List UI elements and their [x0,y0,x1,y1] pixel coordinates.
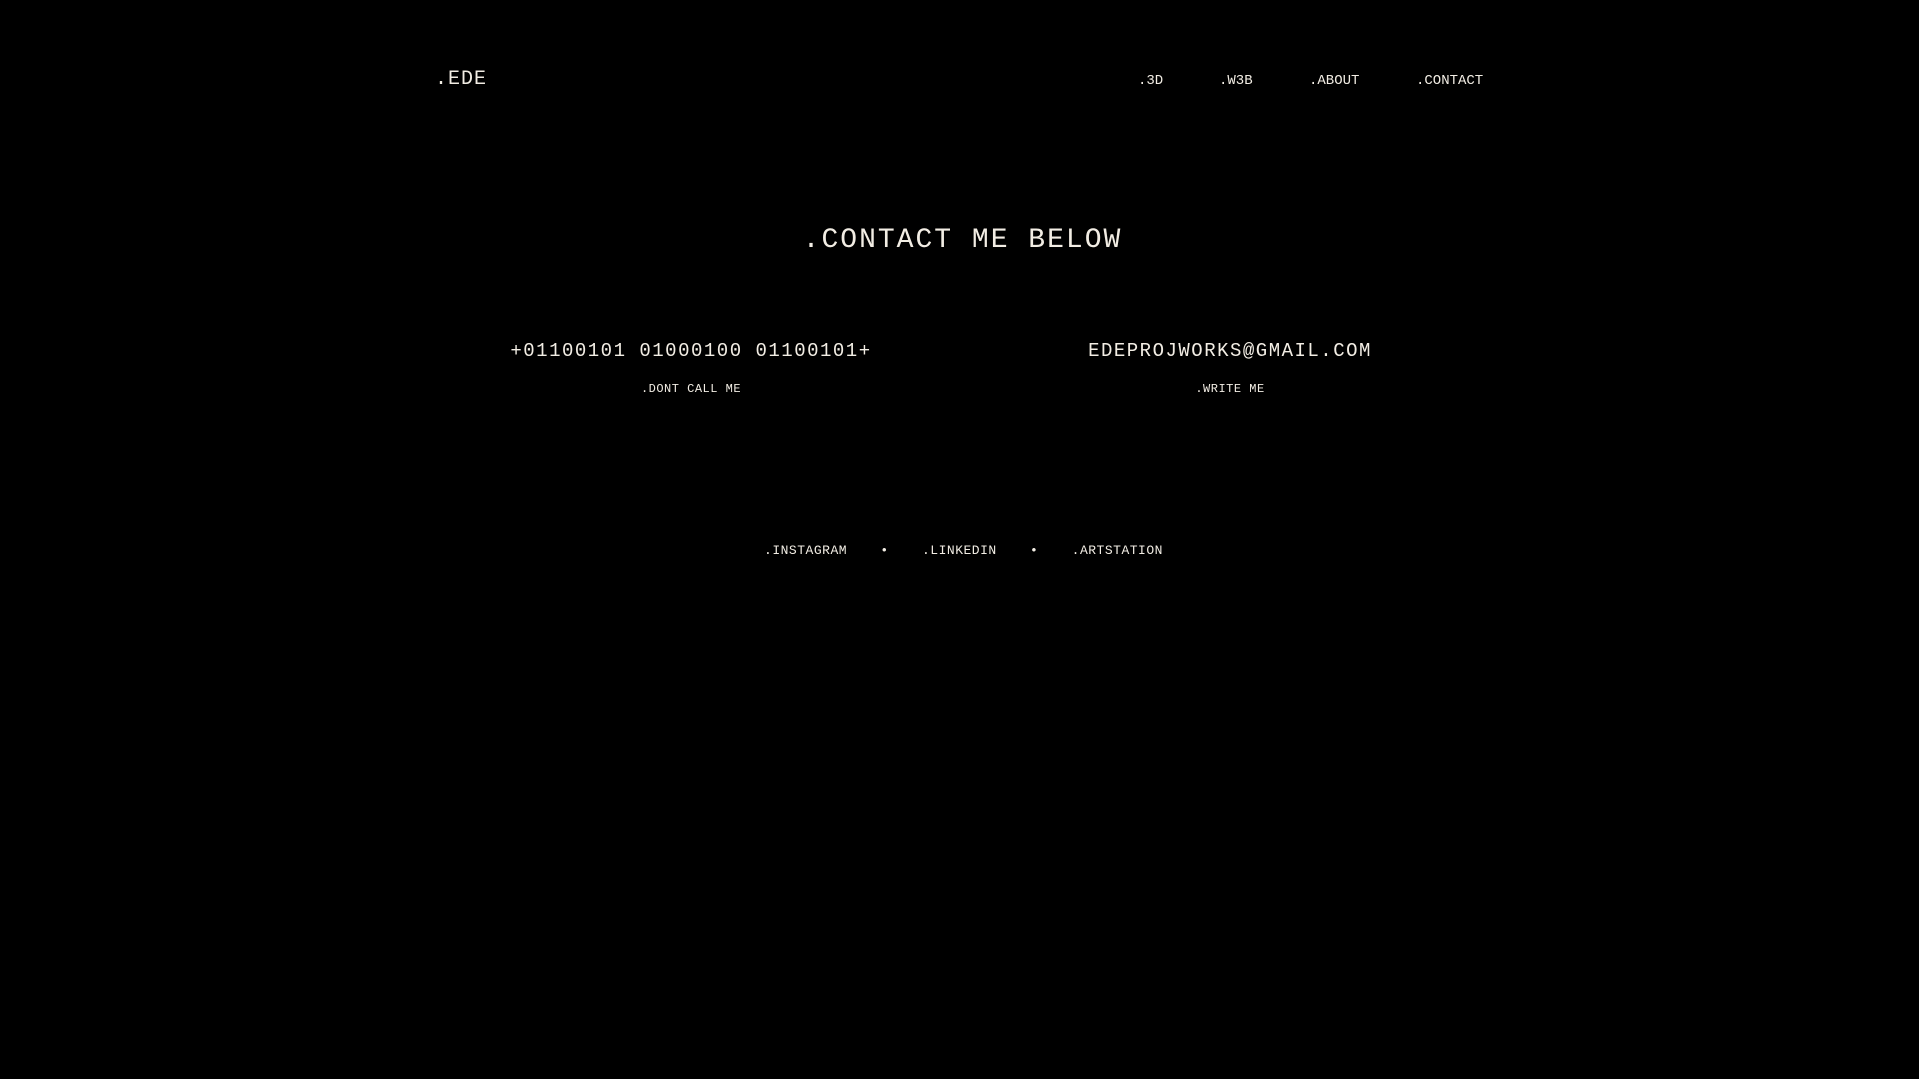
separator-dot: • [880,543,889,558]
nav-link-w3b[interactable]: .W3B [1219,72,1253,90]
phone-block: +01100101 01000100 01100101+ .DONT CALL … [441,339,941,396]
site-logo[interactable]: .EDE [435,68,487,92]
separator-dot: • [1030,543,1039,558]
linkedin-link[interactable]: .LINKEDIN [922,543,997,558]
email-link[interactable]: EDEPROJWORKS@GMAIL.COM [980,339,1480,363]
nav-link-contact[interactable]: .CONTACT [1416,72,1483,90]
social-links: .INSTAGRAM • .LINKEDIN • .ARTSTATION [0,543,1919,559]
instagram-link[interactable]: .INSTAGRAM [764,543,847,558]
phone-caption: .DONT CALL ME [640,382,742,396]
nav-link-3d[interactable]: .3D [1138,72,1163,90]
phone-number: +01100101 01000100 01100101+ [510,340,872,362]
email-caption: .WRITE ME [1195,382,1265,396]
nav-link-about[interactable]: .ABOUT [1309,72,1359,90]
artstation-link[interactable]: .ARTSTATION [1072,543,1163,558]
page-title: .CONTACT ME BELOW [802,225,1123,256]
email-block: EDEPROJWORKS@GMAIL.COM .WRITE ME [980,339,1480,396]
